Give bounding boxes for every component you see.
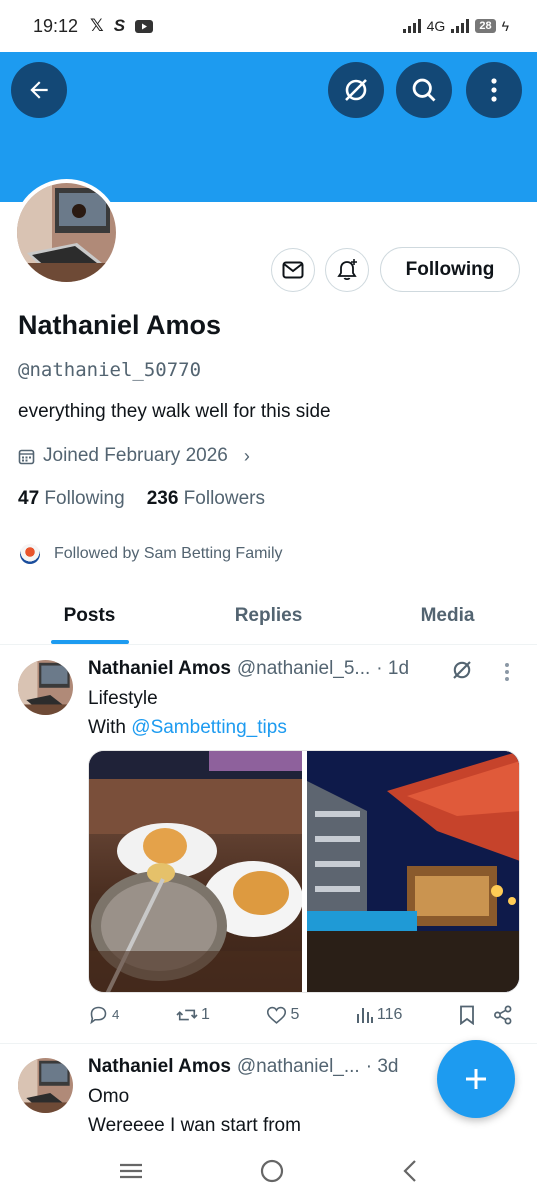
followers-label: Followers (183, 488, 265, 509)
post-image-pool[interactable] (306, 751, 519, 992)
search-icon (412, 78, 436, 102)
post-header: Nathaniel Amos @nathaniel_5... · 1d (88, 658, 409, 680)
post-text-line-1: Lifestyle (88, 688, 158, 709)
profile-name: Nathaniel Amos (18, 310, 222, 340)
share-group (459, 1005, 513, 1025)
followed-by-text: Followed by Sam Betting Family (54, 545, 283, 562)
notifications-button[interactable] (325, 248, 369, 292)
post-avatar[interactable] (18, 660, 73, 715)
post-time: · 1d (376, 658, 410, 679)
status-time: 19:12 (33, 15, 79, 36)
recent-apps-icon[interactable] (118, 1161, 144, 1181)
repost-icon (176, 1009, 198, 1020)
signal-icon (402, 19, 421, 33)
tab-media[interactable]: Media (358, 587, 537, 644)
post-text-line-1: Omo (88, 1086, 130, 1107)
grok-icon (345, 79, 367, 101)
search-button[interactable] (396, 62, 452, 118)
signal-icon-2 (451, 19, 470, 33)
chevron-right-icon: › (243, 445, 250, 466)
joined-text: Joined February 2026 (43, 445, 228, 466)
post-text: Lifestyle With @Sambetting_tips (88, 684, 287, 742)
views-button[interactable]: 116 (356, 1005, 403, 1024)
plus-icon (466, 1069, 486, 1089)
post-header: Nathaniel Amos @nathaniel_... · 3d (88, 1056, 398, 1078)
system-nav-bar (0, 1142, 537, 1199)
post-author-handle: @nathaniel_5... (236, 658, 371, 679)
bookmark-icon[interactable] (459, 1005, 475, 1025)
grok-icon[interactable] (450, 658, 474, 682)
home-icon[interactable] (259, 1158, 285, 1184)
post-actions: 4 1 5 116 (88, 1004, 513, 1025)
post-text-prefix: With (88, 717, 132, 738)
more-vertical-icon (491, 78, 497, 102)
post-author-name[interactable]: Nathaniel Amos (88, 658, 231, 680)
reply-icon (90, 1006, 107, 1025)
post-image-food[interactable] (89, 751, 302, 992)
more-button[interactable] (466, 62, 522, 118)
following-count: 47 (18, 488, 40, 509)
like-count: 5 (290, 1005, 300, 1023)
post-author-name[interactable]: Nathaniel Amos (88, 1056, 231, 1078)
status-notification-icons: 𝕏 S (90, 16, 154, 36)
envelope-icon (282, 261, 304, 279)
followed-by-row[interactable]: Followed by Sam Betting Family (20, 544, 283, 564)
following-count-link[interactable]: 47 Following (18, 488, 125, 510)
post-text-line-2: With @Sambetting_tips (88, 713, 287, 742)
sportybet-icon: S (113, 16, 126, 35)
followers-count: 236 (146, 488, 179, 509)
reply-button[interactable]: 4 (88, 1004, 119, 1025)
post-item[interactable]: Nathaniel Amos @nathaniel_5... · 1d Life… (0, 646, 537, 1044)
reply-count: 4 (112, 1007, 120, 1022)
battery-level: 28 (475, 19, 496, 33)
bell-plus-icon (337, 259, 357, 281)
profile-tabs: Posts Replies Media (0, 587, 537, 645)
compose-button[interactable] (437, 1040, 515, 1118)
tab-posts[interactable]: Posts (0, 587, 179, 644)
post-text: Omo Wereeee I wan start from (88, 1082, 301, 1140)
tab-replies[interactable]: Replies (179, 587, 358, 644)
followers-count-link[interactable]: 236 Followers (147, 488, 265, 510)
follower-avatar (20, 544, 40, 564)
calendar-icon (18, 449, 35, 464)
x-logo-icon: 𝕏 (90, 16, 104, 35)
post-text-line-2: Wereeee I wan start from (88, 1115, 301, 1136)
youtube-icon (135, 19, 154, 33)
repost-button[interactable]: 1 (176, 1005, 210, 1025)
follow-counts: 47 Following 236 Followers (18, 488, 265, 510)
heart-icon (267, 1006, 287, 1024)
profile-avatar[interactable] (13, 179, 120, 286)
post-time: · 3d (365, 1056, 399, 1077)
message-button[interactable] (271, 248, 315, 292)
network-type: 4G (426, 18, 446, 34)
profile-handle: @nathaniel_50770 (18, 359, 202, 381)
joined-date-row[interactable]: Joined February 2026 › (18, 445, 250, 467)
avatar-image (17, 183, 116, 282)
views-count: 116 (376, 1005, 403, 1023)
post-author-handle: @nathaniel_... (236, 1056, 360, 1077)
status-right: 4G 28 ϟ (402, 18, 509, 34)
profile-bio: everything they walk well for this side (18, 401, 331, 422)
post-avatar[interactable] (18, 1058, 73, 1113)
status-bar: 19:12 𝕏 S 4G 28 ϟ (0, 0, 537, 52)
grok-button[interactable] (328, 62, 384, 118)
repost-count: 1 (200, 1005, 210, 1023)
following-label: Following (44, 488, 125, 509)
share-icon[interactable] (493, 1005, 513, 1025)
post-media-grid (88, 750, 520, 993)
views-chart-icon (356, 1007, 373, 1023)
back-arrow-icon (30, 81, 48, 99)
post-more-icon[interactable] (504, 662, 510, 682)
following-button[interactable]: Following (380, 247, 520, 292)
like-button[interactable]: 5 (266, 1005, 299, 1025)
profile-banner (0, 52, 537, 202)
back-icon[interactable] (400, 1159, 420, 1183)
mention-link[interactable]: @Sambetting_tips (131, 717, 287, 738)
charging-icon: ϟ (501, 18, 509, 34)
back-button[interactable] (11, 62, 67, 118)
